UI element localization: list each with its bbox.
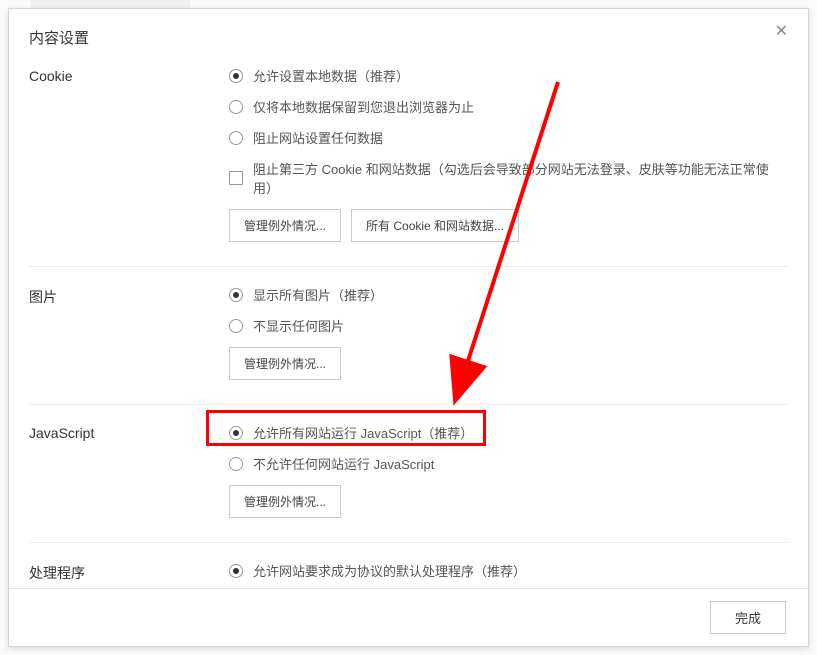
javascript-button-row: 管理例外情况... — [229, 485, 788, 518]
section-cookie: Cookie 允许设置本地数据（推荐） 仅将本地数据保留到您退出浏览器为止 阻止… — [29, 62, 788, 267]
section-label-cookie: Cookie — [29, 66, 229, 242]
section-label-javascript: JavaScript — [29, 423, 229, 518]
cookie-block-thirdparty[interactable]: 阻止第三方 Cookie 和网站数据（勾选后会导致部分网站无法登录、皮肤等功能无… — [229, 159, 788, 197]
javascript-option-block[interactable]: 不允许任何网站运行 JavaScript — [229, 454, 788, 473]
option-text: 仅将本地数据保留到您退出浏览器为止 — [253, 97, 474, 116]
section-images: 图片 显示所有图片（推荐） 不显示任何图片 管理例外情况... — [29, 267, 788, 405]
images-option-show[interactable]: 显示所有图片（推荐） — [229, 285, 788, 304]
section-content-images: 显示所有图片（推荐） 不显示任何图片 管理例外情况... — [229, 285, 788, 380]
cookie-option-session[interactable]: 仅将本地数据保留到您退出浏览器为止 — [229, 97, 788, 116]
close-icon: ✕ — [775, 23, 788, 40]
radio-icon — [229, 564, 243, 578]
done-button[interactable]: 完成 — [710, 601, 786, 634]
manage-exceptions-button[interactable]: 管理例外情况... — [229, 347, 341, 380]
radio-icon — [229, 457, 243, 471]
dialog-footer: 完成 — [9, 588, 808, 646]
option-text: 允许网站要求成为协议的默认处理程序（推荐） — [253, 561, 526, 580]
section-content-javascript: 允许所有网站运行 JavaScript（推荐） 不允许任何网站运行 JavaSc… — [229, 423, 788, 518]
option-text: 允许所有网站运行 JavaScript（推荐） — [253, 423, 473, 442]
manage-exceptions-button[interactable]: 管理例外情况... — [229, 485, 341, 518]
cookie-option-allow[interactable]: 允许设置本地数据（推荐） — [229, 66, 788, 85]
option-text: 不允许任何网站运行 JavaScript — [253, 454, 434, 473]
manage-exceptions-button[interactable]: 管理例外情况... — [229, 209, 341, 242]
handlers-option-allow[interactable]: 允许网站要求成为协议的默认处理程序（推荐） — [229, 561, 788, 580]
all-cookies-button[interactable]: 所有 Cookie 和网站数据... — [351, 209, 519, 242]
option-text: 允许设置本地数据（推荐） — [253, 66, 409, 85]
dialog-title: 内容设置 — [29, 27, 788, 48]
cookie-button-row: 管理例外情况... 所有 Cookie 和网站数据... — [229, 209, 788, 242]
option-text: 阻止网站设置任何数据 — [253, 128, 383, 147]
radio-icon — [229, 426, 243, 440]
section-content-cookie: 允许设置本地数据（推荐） 仅将本地数据保留到您退出浏览器为止 阻止网站设置任何数… — [229, 66, 788, 242]
images-option-hide[interactable]: 不显示任何图片 — [229, 316, 788, 335]
javascript-option-allow[interactable]: 允许所有网站运行 JavaScript（推荐） — [229, 423, 788, 442]
radio-icon — [229, 100, 243, 114]
content-settings-dialog: 内容设置 ✕ Cookie 允许设置本地数据（推荐） 仅将本地数据保留到您退出浏… — [8, 8, 809, 647]
option-text: 显示所有图片（推荐） — [253, 285, 383, 304]
cookie-option-block[interactable]: 阻止网站设置任何数据 — [229, 128, 788, 147]
radio-icon — [229, 131, 243, 145]
dialog-body[interactable]: Cookie 允许设置本地数据（推荐） 仅将本地数据保留到您退出浏览器为止 阻止… — [9, 62, 808, 588]
checkbox-icon — [229, 171, 243, 185]
dialog-header: 内容设置 ✕ — [9, 9, 808, 62]
images-button-row: 管理例外情况... — [229, 347, 788, 380]
radio-icon — [229, 319, 243, 333]
option-text: 不显示任何图片 — [253, 316, 344, 335]
section-label-handlers: 处理程序 — [29, 561, 229, 588]
close-button[interactable]: ✕ — [769, 19, 794, 43]
radio-icon — [229, 69, 243, 83]
option-text: 阻止第三方 Cookie 和网站数据（勾选后会导致部分网站无法登录、皮肤等功能无… — [253, 159, 788, 197]
section-javascript: JavaScript 允许所有网站运行 JavaScript（推荐） 不允许任何… — [29, 405, 788, 543]
radio-icon — [229, 288, 243, 302]
section-handlers: 处理程序 允许网站要求成为协议的默认处理程序（推荐） — [29, 543, 788, 588]
section-content-handlers: 允许网站要求成为协议的默认处理程序（推荐） — [229, 561, 788, 588]
section-label-images: 图片 — [29, 285, 229, 380]
